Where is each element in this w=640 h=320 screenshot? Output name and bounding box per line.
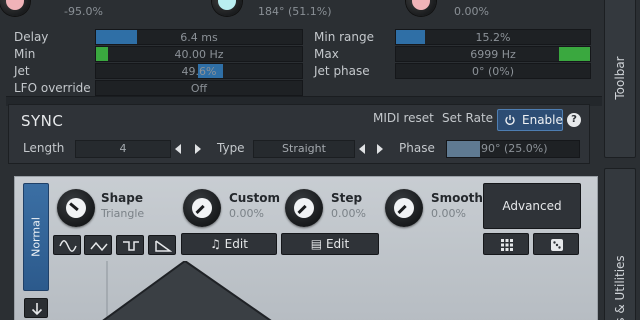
- smooth-label: Smooth: [431, 191, 483, 205]
- type-arrow-right-icon[interactable]: [377, 144, 383, 154]
- step-edit-icon: ▤: [310, 237, 323, 251]
- min-range-label: Min range: [314, 29, 374, 44]
- max-slider[interactable]: 6999 Hz: [395, 45, 591, 62]
- shape-label: Shape: [101, 191, 144, 205]
- phase-value: 90° (25.0%): [481, 142, 548, 155]
- help-icon[interactable]: ?: [567, 113, 581, 127]
- type-field[interactable]: Straight: [253, 140, 355, 158]
- presets-utilities-tab-label: rs & Utilities: [613, 255, 627, 320]
- min-value: 40.00 Hz: [174, 47, 224, 61]
- step-label: Step: [331, 191, 363, 205]
- length-arrow-right-icon[interactable]: [195, 144, 201, 154]
- max-row: Max 6999 Hz: [300, 45, 591, 62]
- min-label: Min: [14, 46, 36, 61]
- jet-slider[interactable]: 49.6%: [95, 62, 303, 79]
- sine-shape-button[interactable]: [53, 235, 81, 255]
- jet-label: Jet: [14, 63, 30, 78]
- lfo-override-label: LFO override: [14, 80, 91, 95]
- lfo-override-row: LFO override Off: [0, 79, 303, 96]
- down-button[interactable]: [24, 298, 48, 318]
- advanced-button[interactable]: Advanced: [483, 183, 581, 229]
- arrow-down-icon: [31, 303, 43, 316]
- square-icon: [123, 241, 139, 251]
- grid-button[interactable]: [483, 233, 529, 255]
- jet-row: Jet 49.6%: [0, 62, 303, 79]
- min-slider[interactable]: 40.00 Hz: [95, 45, 303, 62]
- delay-label: Delay: [14, 29, 49, 44]
- min-range-row: Min range 15.2%: [300, 28, 591, 45]
- delay-row: Delay 6.4 ms: [0, 28, 303, 45]
- shape-knob[interactable]: [57, 189, 95, 227]
- min-range-slider[interactable]: 15.2%: [395, 28, 591, 45]
- triangle-waveform: [102, 261, 272, 320]
- top-right-knob[interactable]: [406, 0, 436, 16]
- max-label: Max: [314, 46, 339, 61]
- saw-icon: [155, 240, 172, 252]
- custom-label: Custom: [229, 191, 280, 205]
- toolbar-tab[interactable]: Toolbar: [604, 0, 636, 158]
- power-icon: [505, 115, 515, 126]
- step-edit-label: Edit: [325, 237, 350, 251]
- custom-value: 0.00%: [229, 207, 264, 220]
- custom-edit-icon: ♫: [210, 237, 221, 251]
- midi-reset-button[interactable]: MIDI reset: [373, 111, 434, 125]
- jet-phase-slider[interactable]: 0° (0%): [395, 62, 591, 79]
- sync-title: SYNC: [21, 112, 64, 130]
- triangle-shape-button[interactable]: [84, 235, 112, 255]
- jet-value: 49.6%: [181, 64, 217, 78]
- lfo-override-value: Off: [190, 81, 208, 95]
- sync-panel: SYNC MIDI reset Set Rate Enable ? Length…: [8, 104, 590, 164]
- triangle-icon: [90, 241, 108, 252]
- randomize-button[interactable]: [533, 233, 579, 255]
- top-left-knob[interactable]: [0, 0, 30, 16]
- normal-mode-label: Normal: [29, 217, 43, 257]
- jet-phase-value: 0° (0%): [471, 64, 515, 78]
- normal-mode-tab[interactable]: Normal: [23, 183, 49, 291]
- right-sidebar: Toolbar rs & Utilities: [602, 0, 640, 320]
- length-field[interactable]: 4: [75, 140, 171, 158]
- step-knob[interactable]: [285, 189, 323, 227]
- set-rate-button[interactable]: Set Rate: [442, 111, 493, 125]
- length-arrow-left-icon[interactable]: [175, 144, 181, 154]
- enable-label: Enable: [522, 113, 563, 127]
- phase-slider[interactable]: 90° (25.0%): [446, 140, 580, 158]
- min-row: Min 40.00 Hz: [0, 45, 303, 62]
- enable-button[interactable]: Enable: [497, 109, 563, 131]
- square-shape-button[interactable]: [116, 235, 144, 255]
- dice-icon: [551, 239, 563, 251]
- grid-icon: [501, 239, 513, 251]
- smooth-knob[interactable]: [385, 189, 423, 227]
- max-value: 6999 Hz: [470, 47, 516, 61]
- jet-phase-row: Jet phase 0° (0%): [300, 62, 591, 79]
- modulator-panel: Normal Shape Triangle Custom 0.00% Step …: [14, 176, 598, 320]
- type-label: Type: [217, 141, 245, 155]
- delay-value: 6.4 ms: [180, 30, 218, 44]
- lfo-override-selector[interactable]: Off: [95, 79, 303, 96]
- type-arrow-left-icon[interactable]: [359, 144, 365, 154]
- parameter-grid: Delay 6.4 ms Min 40.00 Hz Jet 49.6% LFO …: [0, 27, 600, 97]
- step-value: 0.00%: [331, 207, 366, 220]
- waveform-graph[interactable]: [57, 261, 597, 320]
- phase-label: Phase: [399, 141, 435, 155]
- sine-icon: [59, 240, 77, 252]
- presets-utilities-tab[interactable]: rs & Utilities: [604, 168, 636, 320]
- delay-slider[interactable]: 6.4 ms: [95, 28, 303, 45]
- jet-phase-label: Jet phase: [314, 63, 370, 78]
- top-middle-knob[interactable]: [212, 0, 242, 16]
- length-label: Length: [23, 141, 65, 155]
- toolbar-tab-label: Toolbar: [613, 56, 627, 100]
- min-range-value: 15.2%: [475, 30, 511, 44]
- smooth-value: 0.00%: [431, 207, 466, 220]
- custom-knob[interactable]: [183, 189, 221, 227]
- shape-value: Triangle: [101, 207, 145, 220]
- top-strip: -95.0% 184° (51.1%) 0.00%: [0, 0, 600, 27]
- top-left-value: -95.0%: [64, 5, 103, 18]
- top-right-value: 0.00%: [454, 5, 489, 18]
- custom-edit-button[interactable]: ♫ Edit: [181, 233, 277, 255]
- top-middle-value: 184° (51.1%): [258, 5, 332, 18]
- saw-shape-button[interactable]: [148, 235, 176, 255]
- step-edit-button[interactable]: ▤ Edit: [281, 233, 379, 255]
- custom-edit-label: Edit: [224, 237, 248, 251]
